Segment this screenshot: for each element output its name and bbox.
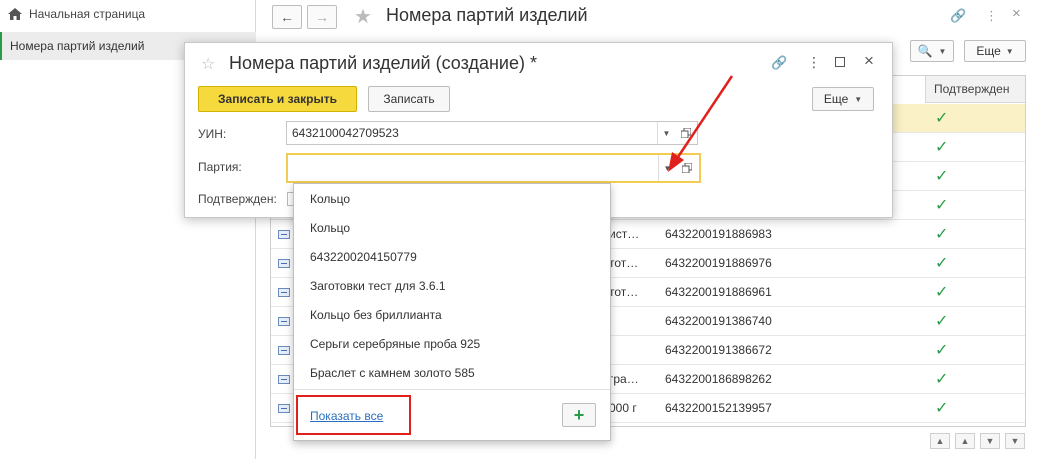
row-type-icon [278,404,290,413]
cell-number: 6432200191886961 [665,285,772,299]
confirmed-label: Подтвержден: [198,192,277,206]
forward-button[interactable]: → [307,5,337,29]
save-button[interactable]: Записать [368,86,450,112]
menu-dots-icon[interactable]: ⋮ [985,8,998,24]
link-icon[interactable]: 🔗 [950,8,966,24]
cell-name: тот… [609,256,639,270]
column-header-confirmed[interactable]: Подтвержден [925,76,1025,103]
dropdown-item[interactable]: Кольцо [310,221,350,235]
uin-value: 6432100042709523 [292,126,399,140]
check-icon: ✓ [935,400,949,417]
cell-number: 6432200152139957 [665,401,772,415]
scroll-first-icon[interactable]: ▲ [930,433,950,449]
cell-name: 000 г [609,401,637,415]
cell-number: 6432200191886976 [665,256,772,270]
sidebar-item-home[interactable]: Начальная страница [0,0,256,28]
cell-number: 6432200191886983 [665,227,772,241]
plus-icon: + [573,404,585,425]
check-icon: ✓ [935,110,949,127]
arrow-right-icon: → [315,9,329,25]
uin-field[interactable]: 6432100042709523 ▼ [286,121,698,145]
check-icon: ✓ [935,313,949,330]
check-icon: ✓ [935,139,949,156]
row-type-icon [278,346,290,355]
dropdown-item[interactable]: Серьги серебряные проба 925 [310,337,480,351]
dropdown-item[interactable]: 6432200204150779 [310,250,417,264]
scroll-down-icon[interactable]: ▼ [980,433,1000,449]
chevron-down-icon: ▼ [854,94,863,104]
row-type-icon [278,259,290,268]
divider [294,389,610,390]
check-icon: ✓ [935,197,949,214]
more-button[interactable]: Еще ▼ [812,87,874,111]
link-icon[interactable]: 🔗 [771,55,787,71]
add-button[interactable]: + [562,403,596,427]
cell-number: 6432200186898262 [665,372,772,386]
page-title: Номера партий изделий [386,5,588,25]
dropdown-item[interactable]: Браслет с камнем золото 585 [310,366,475,380]
cell-name: гра… [609,372,639,386]
dropdown-item[interactable]: Кольцо без бриллианта [310,308,442,322]
check-icon: ✓ [935,226,949,243]
dropdown-item[interactable]: Кольцо [310,192,350,206]
scroll-last-icon[interactable]: ▼ [1005,433,1025,449]
annotation-arrow-icon [668,75,734,172]
scroll-up-icon[interactable]: ▲ [955,433,975,449]
arrow-left-icon: ← [280,9,294,25]
party-field[interactable]: ▼ [286,153,701,183]
more-button[interactable]: Еще ▼ [964,40,1026,62]
star-icon[interactable]: ★ [354,4,372,29]
row-type-icon [278,230,290,239]
home-icon [8,8,22,20]
check-icon: ✓ [935,168,949,185]
maximize-icon[interactable] [835,57,845,67]
check-icon: ✓ [935,284,949,301]
cell-number: 6432200191386672 [665,343,772,357]
cell-name: ист… [609,227,640,241]
row-type-icon [278,375,290,384]
cell-number: 6432200191386740 [665,314,772,328]
menu-dots-icon[interactable]: ⋮ [807,54,821,71]
more-label: Еще [976,44,1001,58]
row-type-icon [278,317,290,326]
chevron-down-icon: ▼ [1005,46,1014,56]
star-icon[interactable]: ☆ [201,54,215,74]
check-icon: ✓ [935,342,949,359]
cell-name: тот… [609,285,639,299]
sidebar-item-label: Номера партий изделий [10,39,145,53]
search-button[interactable]: 🔍 ▼ [910,40,954,62]
search-icon: 🔍 [917,44,933,58]
sidebar-item-label: Начальная страница [29,7,146,21]
check-icon: ✓ [935,371,949,388]
more-label: Еще [823,92,849,106]
row-type-icon [278,288,290,297]
party-label: Партия: [198,160,242,174]
chevron-down-icon: ▼ [938,46,947,56]
save-and-close-button[interactable]: Записать и закрыть [198,86,357,112]
annotation-highlight-box [296,395,411,435]
dropdown-item[interactable]: Заготовки тест для 3.6.1 [310,279,446,293]
close-icon[interactable]: × [1012,5,1021,22]
close-icon[interactable]: × [864,51,874,71]
back-button[interactable]: ← [272,5,302,29]
check-icon: ✓ [935,255,949,272]
dialog-title: Номера партий изделий (создание) * [229,53,537,73]
uin-label: УИН: [198,127,227,141]
